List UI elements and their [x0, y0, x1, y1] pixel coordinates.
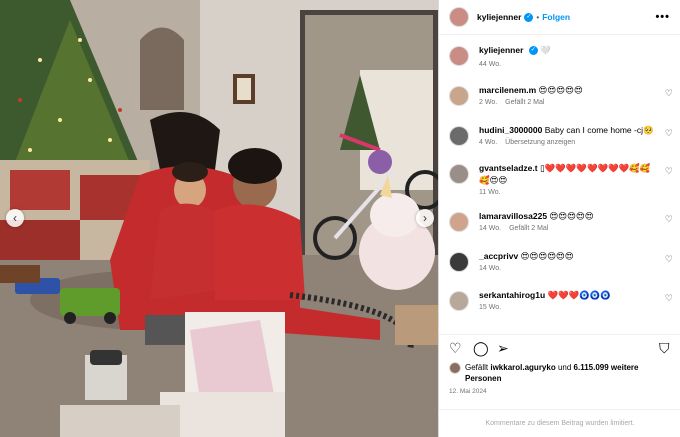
chevron-left-icon: ‹	[13, 211, 17, 225]
comment-item: serkantahirog1u ❤️❤️❤️🧿🧿🧿 15 Wo. ♡	[449, 289, 675, 311]
comment-text: 😍😍😍😍😍😍	[520, 251, 574, 261]
post-details-panel: kyliejenner ✓ • Folgen ••• kyliejenner ✓…	[438, 0, 680, 437]
comment-bubble-icon[interactable]: ◯	[473, 341, 489, 355]
commenter-avatar[interactable]	[449, 212, 469, 232]
save-bookmark-icon[interactable]: ⛉	[659, 341, 670, 355]
comment-item: _accprivv 😍😍😍😍😍😍 14 Wo. ♡	[449, 250, 675, 272]
likes-prefix: Gefällt	[465, 363, 489, 372]
commenter-avatar[interactable]	[449, 252, 469, 272]
comment-item: lamaravillosa225 😍😍😍😍😍 14 Wo. Gefällt 2 M…	[449, 210, 675, 232]
comments-limited-notice: Kommentare zu diesem Beitrag wurden limi…	[439, 409, 680, 437]
comment-likes[interactable]: Gefällt 2 Mal	[505, 99, 544, 106]
commenter-username[interactable]: hudini_3000000	[479, 125, 542, 135]
verified-badge-icon: ✓	[524, 12, 534, 22]
comment-time[interactable]: 4 Wo.	[479, 139, 497, 146]
commenter-username[interactable]: _accprivv	[479, 251, 518, 261]
chevron-right-icon: ›	[423, 211, 427, 225]
post-actions-bar: ♡ ◯ ➢ ⛉	[439, 334, 680, 360]
caption-username[interactable]: kyliejenner	[479, 45, 523, 55]
comment-item: marcilenem.m 😍😍😍😍😍 2 Wo. Gefällt 2 Mal ♡	[449, 84, 675, 106]
post-header: kyliejenner ✓ • Folgen •••	[439, 0, 680, 35]
comment-time[interactable]: 15 Wo.	[479, 304, 501, 311]
like-comment-heart-icon[interactable]: ♡	[665, 254, 673, 265]
liker-avatar[interactable]	[449, 362, 461, 374]
caption-text: 🤍	[540, 45, 551, 55]
more-options-icon[interactable]: •••	[655, 11, 670, 23]
commenter-username[interactable]: lamaravillosa225	[479, 211, 547, 221]
share-paper-plane-icon[interactable]: ➢	[497, 341, 509, 355]
commenter-username[interactable]: gvantseladze.t	[479, 163, 538, 173]
verified-badge-icon: ✓	[528, 46, 538, 56]
comments-list[interactable]: kyliejenner ✓ 🤍 44 Wo. marcilenem.m 😍😍😍😍…	[439, 36, 680, 331]
next-image-button[interactable]: ›	[416, 209, 434, 227]
post-photo[interactable]: ‹ ›	[0, 0, 438, 437]
translate-link[interactable]: Übersetzung anzeigen	[505, 139, 575, 146]
author-avatar[interactable]	[449, 7, 469, 27]
post-caption: kyliejenner ✓ 🤍 44 Wo.	[449, 44, 675, 68]
commenter-username[interactable]: marcilenem.m	[479, 85, 536, 95]
previous-image-button[interactable]: ‹	[6, 209, 24, 227]
comment-time[interactable]: 14 Wo.	[479, 265, 501, 272]
liker-username[interactable]: iwkkarol.aguryko	[490, 363, 555, 372]
commenter-avatar[interactable]	[449, 126, 469, 146]
comment-text: ❤️❤️❤️🧿🧿🧿	[547, 290, 612, 300]
comment-likes[interactable]: Gefällt 2 Mal	[509, 225, 548, 232]
header-separator: •	[536, 12, 540, 22]
comment-text: 😍😍😍😍😍	[538, 85, 583, 95]
commenter-avatar[interactable]	[449, 291, 469, 311]
commenter-avatar[interactable]	[449, 86, 469, 106]
comment-item: hudini_3000000 Baby can I come home -cj🥺…	[449, 124, 675, 146]
post-date[interactable]: 12. Mai 2024	[449, 388, 487, 395]
post-image	[0, 0, 438, 437]
like-comment-heart-icon[interactable]: ♡	[665, 166, 673, 177]
like-heart-icon[interactable]: ♡	[449, 341, 462, 355]
comment-text: Baby can I come home -cj🥺	[544, 125, 654, 135]
comment-text: 😍😍😍😍😍	[549, 211, 594, 221]
like-comment-heart-icon[interactable]: ♡	[665, 128, 673, 139]
commenter-username[interactable]: serkantahirog1u	[479, 290, 545, 300]
likes-summary: Gefällt iwkkarol.aguryko und 6.115.099 w…	[449, 362, 675, 384]
likes-middle: und	[557, 363, 572, 372]
follow-button[interactable]: Folgen	[542, 12, 570, 22]
comment-time[interactable]: 11 Wo.	[479, 189, 501, 196]
commenter-avatar[interactable]	[449, 164, 469, 184]
author-username[interactable]: kyliejenner	[477, 12, 521, 22]
caption-time[interactable]: 44 Wo.	[479, 61, 501, 68]
comment-time[interactable]: 2 Wo.	[479, 99, 497, 106]
comment-item: gvantseladze.t ▯❤️❤️❤️❤️❤️❤️❤️❤️🥰🥰🥰😍😍 11…	[449, 162, 675, 196]
like-comment-heart-icon[interactable]: ♡	[665, 88, 673, 99]
like-comment-heart-icon[interactable]: ♡	[665, 293, 673, 304]
comment-time[interactable]: 14 Wo.	[479, 225, 501, 232]
like-comment-heart-icon[interactable]: ♡	[665, 214, 673, 225]
caption-avatar[interactable]	[449, 46, 469, 66]
